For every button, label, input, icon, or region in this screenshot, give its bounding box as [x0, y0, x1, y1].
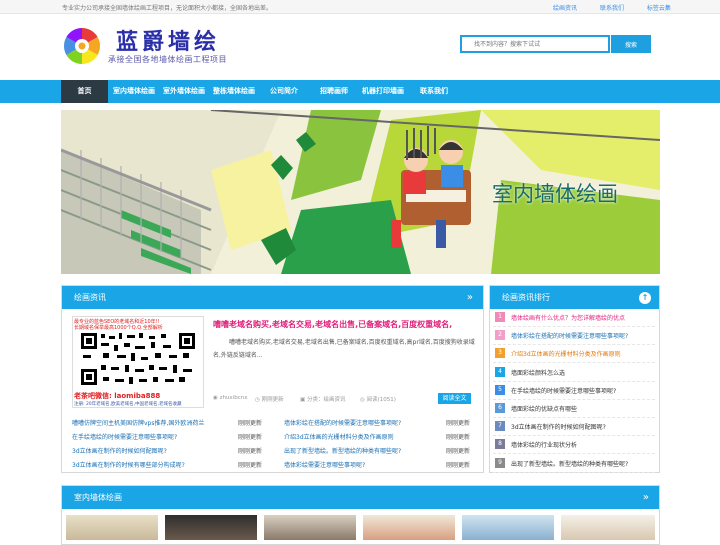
scroll-up-icon[interactable]: ↑	[639, 292, 651, 304]
search-input[interactable]	[460, 35, 610, 53]
nav-contact[interactable]: 联系我们	[420, 80, 448, 103]
nav-home[interactable]: 首页	[61, 80, 108, 103]
featured-description: 嘈嘈老域名购买,老域名交易,老域名出售,已备案域名,百度权重域名,高pr域名,百…	[213, 339, 475, 359]
rank-item[interactable]: 5 在手绘墙绘的时候需要注意哪些事项呢?	[493, 382, 655, 400]
nav-building[interactable]: 整栋墙体绘画	[213, 80, 255, 103]
list-item-date: 刚刚更新	[238, 448, 263, 455]
logo-title[interactable]: 蓝爵墙绘	[116, 24, 220, 56]
rank-item-title[interactable]: 墙体绘画有什么优点？为您详解墙绘的优点	[511, 313, 625, 322]
qr-footer-caption: 注册: 20年老域名,欧美老域名,中国老域名,老域名收藏	[74, 402, 182, 407]
list-item-title[interactable]: 墙体彩绘需要注意哪些事项呢?	[284, 460, 365, 469]
list-item-title[interactable]: 在手绘墙绘的时候需要注意哪些事项呢?	[72, 432, 177, 441]
list-item-date: 刚刚更新	[446, 420, 471, 427]
news-panel-header: 绘画资讯 »	[62, 286, 483, 309]
list-item-date: 刚刚更新	[446, 448, 471, 455]
featured-views: ◎ 阅读(1051)	[360, 395, 396, 403]
list-item-date: 刚刚更新	[446, 462, 471, 469]
rank-item[interactable]: 1 墙体绘画有什么优点？为您详解墙绘的优点	[493, 309, 655, 327]
featured-title[interactable]: 嘈嘈老域名购买,老域名交易,老域名出售,已备案域名,百度权重域名,	[213, 319, 452, 330]
main-nav: 首页 室内墙体绘画 室外墙体绘画 整栋墙体绘画 公司简介 招聘画师 机器打印墙画…	[0, 80, 720, 103]
rank-panel-header: 绘画资讯排行 ↑	[490, 286, 659, 309]
list-item-title[interactable]: 3d立体画在制作的时候如何配图呢?	[72, 446, 167, 455]
rank-item[interactable]: 3 介绍3d立体画的光栅材料分类及作画原则	[493, 345, 655, 364]
logo-wheel-icon[interactable]	[62, 26, 102, 66]
rank-number: 7	[495, 421, 505, 432]
featured-image[interactable]: 最专业的蓝色SEO的老域名和近10年!! 长期域名保举最高1000个Q.Q.全部…	[72, 316, 204, 408]
banner-caption: 室内墙体绘画	[492, 182, 618, 206]
indoor-more-chevron-icon[interactable]: »	[643, 486, 649, 509]
rank-number: 3	[495, 348, 505, 359]
rank-item-title[interactable]: 3d立体画在制作的时候如何配图呢?	[511, 422, 606, 431]
top-tagline: 专业实力公司承接全国墙体绘画工程项目，无论面积大小都接，全国各地出差。	[62, 5, 273, 12]
list-item-date: 刚刚更新	[238, 434, 263, 441]
nav-about[interactable]: 公司简介	[270, 80, 298, 103]
rank-item[interactable]: 9 出现了新型墙绘。新型墙绘的种类有哪些呢?	[493, 455, 655, 473]
list-item-title[interactable]: 嘈嘈仿牌空间主机美国仿牌vps推荐,国外欧洲荷兰	[72, 418, 204, 427]
rank-item-title[interactable]: 出现了新型墙绘。新型墙绘的种类有哪些呢?	[511, 459, 628, 468]
rank-item-title[interactable]: 墙面彩绘的优缺点有哪些	[511, 404, 577, 413]
rank-item-title[interactable]: 介绍3d立体画的光栅材料分类及作画原则	[511, 349, 621, 358]
indoor-thumbnail[interactable]	[462, 515, 554, 540]
indoor-thumbnail[interactable]	[66, 515, 158, 540]
qr-line2-caption: 长期域名保举最高1000个Q.Q.全部解析	[74, 325, 163, 331]
rank-number: 2	[495, 330, 505, 341]
rank-item-title[interactable]: 墙体彩绘的行业现状分析	[511, 440, 577, 449]
top-link-contact[interactable]: 联系我们	[600, 5, 624, 12]
rank-item-title[interactable]: 墙体彩绘在搭配的时候需要注意哪些事项呢?	[511, 331, 628, 340]
top-links: 绘画资讯 联系我们 标签云集	[553, 3, 692, 12]
search-button[interactable]: 搜索	[611, 35, 651, 53]
indoor-thumbnail[interactable]	[363, 515, 455, 540]
featured-category: ▣ 分类：绘画资讯	[300, 395, 345, 403]
rank-number: 6	[495, 403, 505, 413]
indoor-thumbnail[interactable]	[165, 515, 257, 540]
rank-item[interactable]: 6 墙面彩绘的优缺点有哪些	[493, 400, 655, 418]
qr-wechat-caption: 老茶吧微信: laomiba888	[74, 392, 161, 400]
indoor-panel-header: 室内墙体绘画 »	[62, 486, 659, 509]
rank-item[interactable]: 8 墙体彩绘的行业现状分析	[493, 436, 655, 455]
list-item-title[interactable]: 介绍3d立体画的光栅材料分类及作画原则	[284, 432, 394, 441]
top-link-tags[interactable]: 标签云集	[647, 5, 671, 12]
indoor-thumbnail[interactable]	[561, 515, 655, 540]
logo-subtitle: 承接全国各地墙体绘画工程项目	[108, 55, 227, 64]
rank-number: 8	[495, 439, 505, 450]
featured-author-name: zhuxibcnx	[219, 395, 248, 401]
featured-views-text: 阅读(1051)	[366, 397, 396, 403]
rank-number: 9	[495, 457, 505, 468]
list-item-date: 刚刚更新	[238, 420, 263, 427]
list-item-title[interactable]: 出现了新型墙绘。新型墙绘的种类有哪些呢?	[284, 446, 401, 455]
list-item-title[interactable]: 墙体彩绘在搭配的时候需要注意哪些事项呢?	[284, 418, 401, 427]
rank-number: 4	[495, 366, 505, 377]
indoor-panel-title[interactable]: 室内墙体绘画	[74, 493, 122, 502]
featured-author: ◉ zhuxibcnx	[213, 395, 247, 401]
rank-item[interactable]: 2 墙体彩绘在搭配的时候需要注意哪些事项呢?	[493, 327, 655, 346]
list-item-title[interactable]: 3d立体画在制作的时候有哪些部分构成呢?	[72, 460, 185, 469]
rank-number: 1	[495, 312, 505, 322]
nav-recruit[interactable]: 招聘画师	[320, 80, 348, 103]
featured-time: ◷ 刚刚更新	[255, 395, 284, 403]
folder-icon: ▣	[300, 397, 307, 403]
qr-code-icon	[79, 331, 197, 387]
news-more-chevron-icon[interactable]: »	[467, 286, 473, 309]
rank-item-title[interactable]: 墙面彩绘颜料怎么选	[511, 368, 565, 377]
nav-print[interactable]: 机器打印墙画	[362, 80, 404, 103]
nav-outdoor[interactable]: 室外墙体绘画	[163, 80, 205, 103]
read-more-button[interactable]: 阅读全文	[438, 393, 471, 404]
top-link-news[interactable]: 绘画资讯	[553, 5, 577, 12]
list-item-date: 刚刚更新	[446, 434, 471, 441]
rank-item[interactable]: 7 3d立体画在制作的时候如何配图呢?	[493, 418, 655, 437]
news-panel-title[interactable]: 绘画资讯	[74, 293, 106, 302]
list-item-date: 刚刚更新	[238, 462, 263, 469]
nav-indoor[interactable]: 室内墙体绘画	[113, 80, 155, 103]
rank-item[interactable]: 4 墙面彩绘颜料怎么选	[493, 364, 655, 382]
rank-panel-title[interactable]: 绘画资讯排行	[502, 293, 550, 302]
featured-category-text: 分类：绘画资讯	[306, 397, 346, 403]
rank-item-title[interactable]: 在手绘墙绘的时候需要注意哪些事项呢?	[511, 386, 616, 395]
top-bar: 专业实力公司承接全国墙体绘画工程项目，无论面积大小都接，全国各地出差。 绘画资讯…	[0, 0, 720, 14]
featured-time-text: 刚刚更新	[261, 397, 284, 403]
indoor-thumbnail[interactable]	[264, 515, 356, 540]
rank-number: 5	[495, 384, 505, 395]
